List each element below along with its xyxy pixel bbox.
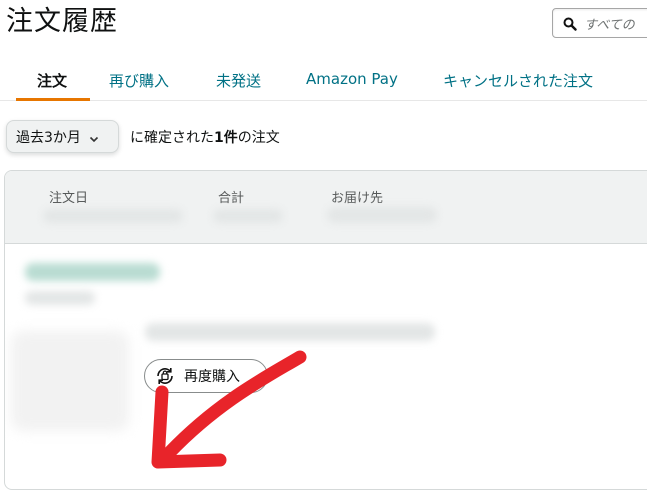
tab-buy-again[interactable]: 再び購入 bbox=[109, 70, 169, 91]
order-total-value-redacted bbox=[213, 209, 283, 223]
tab-orders[interactable]: 注文 bbox=[37, 70, 67, 91]
delivery-date-redacted bbox=[25, 291, 95, 305]
chevron-down-icon bbox=[89, 132, 99, 142]
tab-amazon-pay[interactable]: Amazon Pay bbox=[306, 70, 398, 88]
search-input[interactable]: すべての bbox=[584, 14, 635, 33]
rebuy-icon bbox=[154, 365, 176, 387]
product-image-redacted[interactable] bbox=[11, 331, 129, 431]
buy-again-label: 再度購入 bbox=[184, 369, 240, 385]
period-filter-dropdown[interactable]: 過去3か月 bbox=[6, 120, 119, 153]
ship-to-value-redacted bbox=[327, 207, 437, 223]
search-icon bbox=[563, 16, 577, 31]
order-count-summary: に確定された1件の注文 bbox=[130, 127, 280, 147]
active-tab-indicator bbox=[16, 98, 90, 101]
tab-not-shipped[interactable]: 未発送 bbox=[216, 70, 261, 91]
product-title-redacted[interactable] bbox=[145, 323, 435, 341]
summary-count: 1件 bbox=[214, 130, 238, 146]
summary-suffix: の注文 bbox=[237, 130, 280, 146]
delivery-status-redacted bbox=[25, 263, 160, 281]
order-total-label: 合計 bbox=[218, 191, 245, 206]
period-filter-label: 過去3か月 bbox=[16, 129, 81, 146]
order-tabs: 注文 再び購入 未発送 Amazon Pay キャンセルされた注文 bbox=[0, 60, 647, 101]
order-date-label: 注文日 bbox=[49, 191, 89, 206]
ship-to-label: お届け先 bbox=[331, 191, 384, 206]
order-date-value-redacted bbox=[43, 209, 183, 223]
buy-again-button[interactable]: 再度購入 bbox=[144, 359, 268, 393]
order-card: 注文日 合計 お届け先 再度購入 bbox=[4, 170, 647, 490]
page-title: 注文履歴 bbox=[6, 6, 118, 37]
tab-cancelled[interactable]: キャンセルされた注文 bbox=[443, 70, 593, 91]
order-card-header: 注文日 合計 お届け先 bbox=[5, 171, 647, 244]
search-box[interactable]: すべての bbox=[552, 8, 647, 38]
summary-prefix: に確定された bbox=[130, 130, 214, 146]
